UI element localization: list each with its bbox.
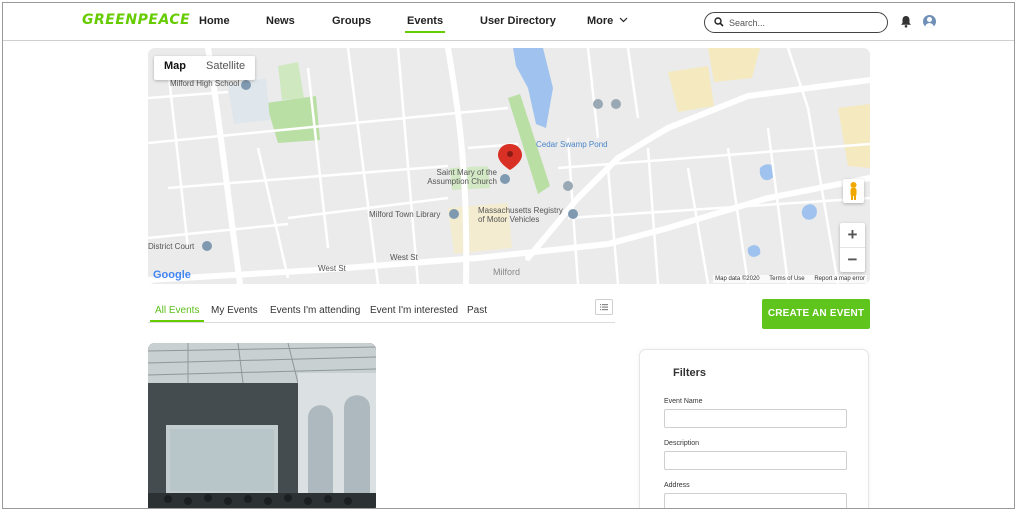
top-navbar: GREENPEACE Home News Groups Events User … <box>3 3 1014 41</box>
filters-title: Filters <box>673 367 707 379</box>
map-zoom-controls: + − <box>840 223 865 272</box>
description-field[interactable] <box>664 451 847 470</box>
search-icon <box>714 17 724 27</box>
nav-events[interactable]: Events <box>404 15 446 33</box>
event-name-label: Event Name <box>664 398 703 405</box>
map-label: District Court <box>148 242 195 251</box>
nav-more[interactable]: More <box>587 15 628 27</box>
nav-groups[interactable]: Groups <box>332 15 371 27</box>
map-label: Cedar Swamp Pond <box>536 140 608 149</box>
google-logo: Google <box>153 269 191 281</box>
list-icon <box>600 304 608 311</box>
user-avatar-icon[interactable] <box>923 15 936 28</box>
nav-news[interactable]: News <box>266 15 295 27</box>
map-label: Massachusetts Registry of Motor Vehicles <box>478 206 563 224</box>
map-label: Milford <box>493 267 521 277</box>
terms-of-use-link[interactable]: Terms of Use <box>769 276 804 282</box>
map-type-satellite-button[interactable]: Satellite <box>196 56 255 80</box>
chevron-down-icon <box>619 17 628 23</box>
zoom-out-button[interactable]: − <box>840 247 865 271</box>
map-label: Saint Mary of the Assumption Church <box>427 168 497 186</box>
event-name-field[interactable] <box>664 409 847 428</box>
nav-user-directory[interactable]: User Directory <box>480 15 556 27</box>
address-field[interactable] <box>664 493 847 508</box>
event-image <box>148 343 376 508</box>
pegman-icon <box>850 182 857 200</box>
search-box[interactable] <box>704 12 888 33</box>
tab-events-attending[interactable]: Events I'm attending <box>270 305 360 316</box>
map-label: Milford High School <box>170 79 240 88</box>
event-card[interactable] <box>148 343 376 508</box>
tab-my-events[interactable]: My Events <box>211 305 258 316</box>
address-label: Address <box>664 482 690 489</box>
list-view-button[interactable] <box>595 299 613 315</box>
events-map[interactable]: Milford High School Cedar Swamp Pond Sai… <box>148 48 870 284</box>
map-data-text: Map data ©2020 <box>715 276 760 282</box>
zoom-in-button[interactable]: + <box>840 223 865 247</box>
map-attribution: Map data ©2020 Terms of Use Report a map… <box>713 275 867 283</box>
report-map-error-link[interactable]: Report a map error <box>814 276 865 282</box>
app-frame: GREENPEACE Home News Groups Events User … <box>2 2 1015 509</box>
map-street-label: West St <box>390 253 418 262</box>
event-tabs: All Events My Events Events I'm attendin… <box>148 301 615 323</box>
map-label: Milford Town Library <box>369 210 441 219</box>
map-canvas[interactable] <box>148 48 870 284</box>
tab-past[interactable]: Past <box>467 305 487 316</box>
tab-events-interested[interactable]: Event I'm interested <box>370 305 458 316</box>
bell-icon[interactable] <box>900 15 912 28</box>
filters-panel: Filters Event Name Description Address <box>639 349 869 508</box>
street-view-button[interactable] <box>843 179 864 203</box>
map-type-map-button[interactable]: Map <box>154 56 196 80</box>
greenpeace-logo[interactable]: GREENPEACE <box>82 12 190 28</box>
search-input[interactable] <box>729 16 879 30</box>
nav-more-label: More <box>587 15 614 27</box>
description-label: Description <box>664 440 700 447</box>
map-type-toggle: Map Satellite <box>154 56 256 80</box>
nav-home[interactable]: Home <box>199 15 230 27</box>
tab-all-events[interactable]: All Events <box>149 305 205 322</box>
create-event-button[interactable]: CREATE AN EVENT <box>762 299 870 329</box>
map-street-label: West St <box>318 264 346 273</box>
